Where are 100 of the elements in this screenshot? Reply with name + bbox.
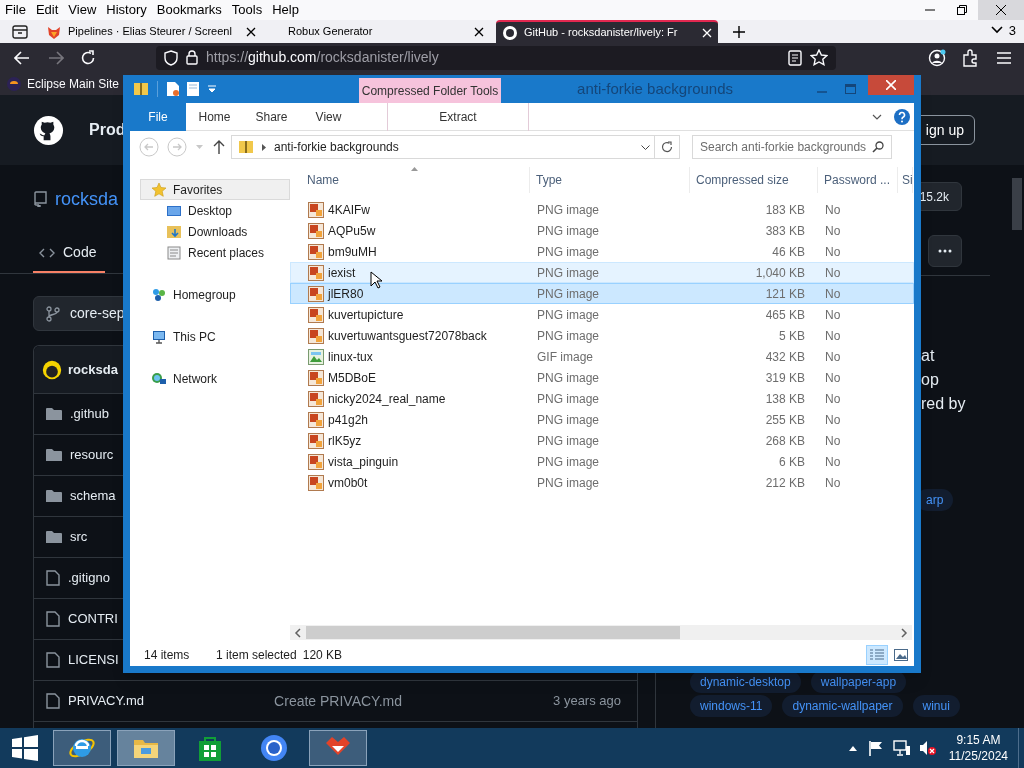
muted-speaker-icon[interactable]	[918, 740, 937, 756]
file-row[interactable]: kuvertuwantsguest72078back PNG image 5 KB No	[290, 325, 914, 346]
account-icon[interactable]	[928, 48, 946, 67]
search-field[interactable]: Search anti-forkie backgrounds	[692, 135, 892, 159]
tab-overflow-button[interactable]: 3	[990, 20, 1016, 40]
file-name-link[interactable]: src	[70, 527, 88, 547]
sort-arrow-icon[interactable]	[411, 167, 418, 171]
menu-icon[interactable]	[996, 50, 1012, 65]
code-tab[interactable]: Code	[33, 234, 105, 273]
browser-tab[interactable]: Robux Generator	[268, 20, 490, 43]
file-name-link[interactable]: .gitigno	[68, 568, 110, 588]
file-row[interactable]: linux-tux GIF image 432 KB No	[290, 346, 914, 367]
properties-icon[interactable]	[166, 81, 180, 97]
file-row[interactable]: nicky2024_real_name PNG image 138 KB No	[290, 388, 914, 409]
menu-item[interactable]: Edit	[30, 0, 64, 20]
clock[interactable]: 9:15 AM 11/25/2024	[948, 732, 1008, 764]
file-name-link[interactable]: .github	[70, 404, 110, 424]
browser-tab[interactable]: Pipelines · Elias Steurer / Screenl	[40, 20, 262, 43]
customize-dropdown-icon[interactable]	[208, 85, 216, 93]
address-bar[interactable]: https://github.com/rocksdanister/lively	[156, 45, 836, 70]
file-name-link[interactable]: CONTRI	[68, 609, 118, 629]
forward-icon[interactable]	[48, 50, 64, 65]
topic-tag[interactable]: dynamic-wallpaper	[782, 695, 903, 717]
nav-item[interactable]: Homegroup	[140, 284, 290, 305]
column-header[interactable]: Type	[530, 167, 690, 193]
table-cell-text: PNG image	[536, 285, 601, 303]
dropdown-icon[interactable]	[641, 144, 650, 150]
tab-list-icon[interactable]	[12, 25, 28, 39]
file-name-link[interactable]: PRIVACY.md	[68, 691, 145, 711]
menu-item[interactable]: Tools	[226, 0, 268, 20]
show-hidden-icons-icon[interactable]	[848, 745, 857, 751]
file-row[interactable]: rlK5yz PNG image 268 KB No	[290, 430, 914, 451]
extensions-icon[interactable]	[962, 48, 978, 67]
close-icon[interactable]	[246, 26, 256, 37]
commit-author[interactable]: rocksda	[68, 359, 118, 380]
ribbon-tab[interactable]: Share	[243, 102, 300, 131]
clock-date: 11/25/2024	[948, 748, 1008, 764]
zip-folder-icon[interactable]	[133, 81, 149, 97]
file-name-link[interactable]: schema	[70, 486, 116, 506]
shield-icon[interactable]	[164, 49, 178, 66]
commit-message-link[interactable]: Create PRIVACY.md	[274, 690, 402, 712]
menu-item[interactable]: View	[63, 0, 102, 20]
file-row[interactable]: vm0b0t PNG image 212 KB No	[290, 472, 914, 493]
flag-icon[interactable]	[868, 740, 883, 756]
ribbon-tab[interactable]: View	[300, 102, 357, 131]
ribbon-tab[interactable]: Extract	[387, 102, 529, 131]
menu-item[interactable]: File	[0, 0, 31, 20]
column-header[interactable]: Compressed size	[690, 167, 818, 193]
nav-item[interactable]: Favorites	[140, 179, 290, 200]
help-icon[interactable]	[894, 108, 910, 125]
bookmark-star-icon[interactable]	[810, 49, 828, 66]
nav-item[interactable]: Network	[140, 368, 290, 389]
file-row[interactable]: jlER80 PNG image 121 KB No	[290, 283, 914, 304]
repo-owner-link[interactable]: rocksda	[55, 185, 119, 213]
nav-item[interactable]: Desktop	[140, 200, 290, 221]
address-field[interactable]: anti-forkie backgrounds	[231, 135, 655, 159]
bookmark-item[interactable]: Eclipse Main Site	[6, 74, 120, 93]
new-folder-icon[interactable]	[186, 81, 200, 97]
file-row[interactable]: bm9uMH PNG image 46 KB No	[290, 241, 914, 262]
close-icon[interactable]	[474, 26, 484, 37]
topic-tag[interactable]: windows-11	[690, 695, 773, 717]
reader-view-icon[interactable]	[788, 49, 802, 66]
file-row[interactable]: AQPu5w PNG image 383 KB No	[290, 220, 914, 241]
taskbar-app-button[interactable]	[53, 730, 111, 766]
close-button[interactable]	[978, 0, 1024, 20]
restore-icon[interactable]	[957, 5, 967, 15]
file-row[interactable]: M5DBoE PNG image 319 KB No	[290, 367, 914, 388]
column-header[interactable]: Password ...	[818, 167, 898, 193]
file-name-link[interactable]: LICENSI	[68, 650, 119, 670]
scroll-left-icon[interactable]	[293, 627, 303, 638]
expand-ribbon-icon[interactable]	[872, 113, 882, 120]
topic-tag[interactable]: dynamic-desktop	[690, 671, 801, 693]
table-cell-text: PNG image	[536, 369, 601, 387]
table-cell-text: 183 KB	[764, 201, 805, 219]
ribbon-tab[interactable]: Home	[186, 102, 243, 131]
up-arrow-icon[interactable]	[213, 140, 225, 154]
large-icons-view-icon[interactable]	[894, 649, 908, 661]
browser-tab[interactable]: GitHub - rocksdanister/lively: Fr	[496, 20, 718, 43]
file-row[interactable]: p41g2h PNG image 255 KB No	[290, 409, 914, 430]
reload-icon[interactable]	[80, 49, 96, 66]
ribbon-tab[interactable]: File	[130, 102, 186, 131]
scroll-right-icon[interactable]	[899, 627, 909, 638]
file-name-link[interactable]: resourc	[70, 445, 114, 465]
more-options-button[interactable]	[928, 235, 962, 267]
menu-item[interactable]: Bookmarks	[151, 0, 227, 20]
nav-item[interactable]: This PC	[140, 326, 290, 347]
download-folder-icon	[166, 223, 182, 240]
menu-item[interactable]: History	[101, 0, 152, 20]
network-icon[interactable]	[892, 740, 911, 756]
column-header[interactable]: Si	[898, 167, 913, 193]
horizontal-scrollbar[interactable]	[290, 625, 912, 640]
topic-tag[interactable]: winui	[912, 695, 960, 717]
file-row[interactable]: kuvertupicture PNG image 465 KB No	[290, 304, 914, 325]
refresh-button[interactable]	[655, 135, 680, 159]
file-row[interactable]: vista_pinguin PNG image 6 KB No	[290, 451, 914, 472]
nav-item[interactable]: Downloads	[140, 221, 290, 242]
topic-tag[interactable]: wallpaper-app	[810, 671, 907, 693]
menu-item[interactable]: Help	[267, 0, 304, 20]
new-tab-icon[interactable]	[732, 25, 746, 39]
nav-item[interactable]: Recent places	[140, 242, 290, 263]
